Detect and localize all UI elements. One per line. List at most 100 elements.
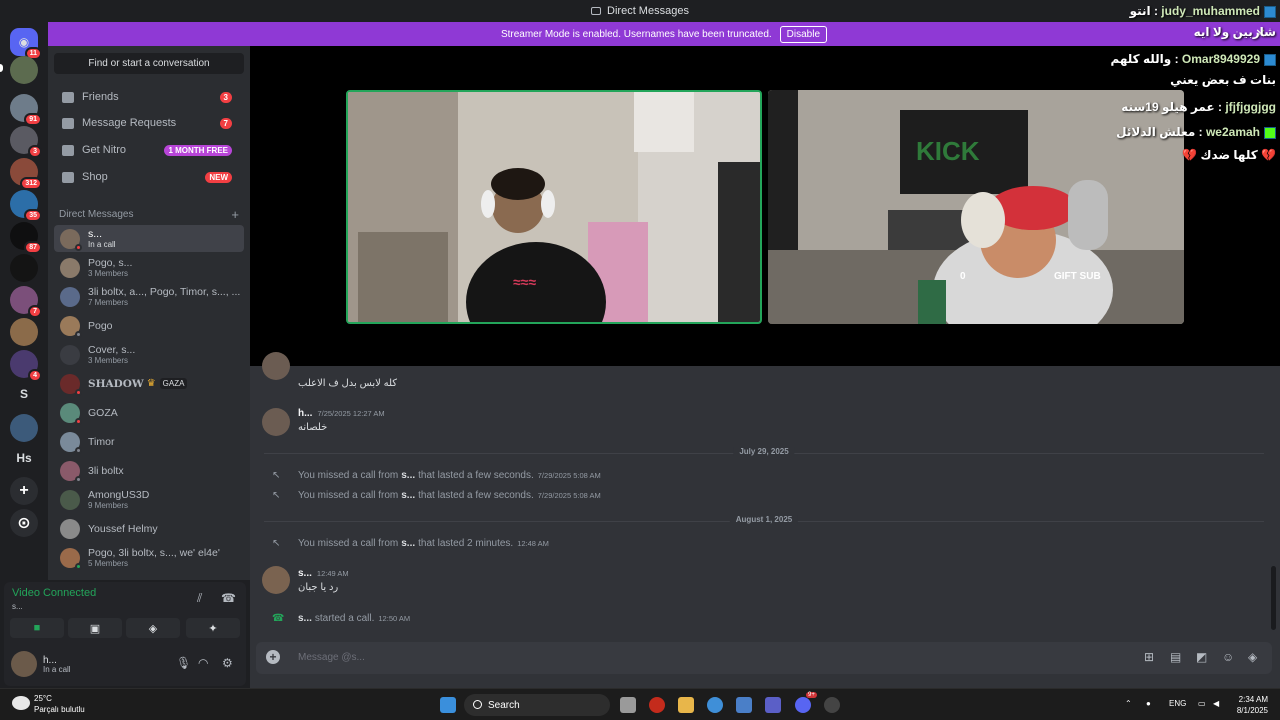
add-server-icon[interactable]: +	[10, 477, 38, 505]
network-icon[interactable]: ▭	[1198, 699, 1206, 708]
message-author[interactable]: s... 12:49 AM	[298, 568, 349, 579]
screen: Direct Messages Streamer Mode is enabled…	[0, 0, 1280, 720]
server-icon[interactable]: 4	[10, 350, 42, 382]
video-tile-user[interactable]: ≈≈≈	[346, 90, 762, 324]
dm-item[interactable]: Pogo	[54, 312, 244, 339]
camera-button[interactable]: ■	[10, 618, 64, 638]
clock[interactable]: 2:34 AM 8/1/2025	[1237, 694, 1268, 716]
avatar	[60, 373, 82, 396]
svg-text:KICK: KICK	[916, 136, 980, 166]
store-icon[interactable]	[736, 697, 752, 713]
gamepad-icon: ◈	[148, 622, 158, 635]
soundboard-button[interactable]: ✦	[186, 618, 240, 638]
nav-nitro[interactable]: Get Nitro 1 MONTH FREE	[54, 137, 244, 163]
server-icon[interactable]: 312	[10, 158, 42, 190]
missed-call-row: ↖ You missed a call from s... that lasted …	[272, 469, 601, 481]
dm-item[interactable]: Youssef Helmy	[54, 515, 244, 542]
server-tag: GAZA	[159, 378, 188, 389]
headphones-icon[interactable]: ◠	[198, 656, 208, 670]
chevron-up-icon[interactable]: ⌃	[1125, 699, 1132, 708]
crown-icon: ♛	[146, 378, 156, 389]
emoji-icon[interactable]: ☺	[1222, 650, 1234, 664]
dm-item[interactable]: SHADOW ♛ GAZA	[54, 370, 244, 397]
server-icon[interactable]: 35	[10, 190, 42, 222]
user-status: In a call	[43, 665, 71, 674]
disable-button[interactable]: Disable	[779, 25, 828, 43]
server-icon[interactable]	[10, 254, 38, 282]
find-conversation-button[interactable]: Find or start a conversation	[54, 53, 244, 74]
video-frame: ≈≈≈	[348, 92, 760, 322]
edge-icon[interactable]	[707, 697, 723, 713]
file-explorer-icon[interactable]	[678, 697, 694, 713]
microphone-icon[interactable]: ●	[1146, 699, 1151, 708]
noise-suppression-icon[interactable]: ⫽	[197, 591, 211, 605]
server-letter[interactable]: Hs	[10, 444, 38, 472]
weather-temp: 25°C	[34, 694, 52, 703]
dm-item[interactable]: Cover, s... 3 Members	[54, 341, 244, 368]
nav-friends[interactable]: Friends 3	[54, 84, 244, 110]
avatar	[60, 257, 80, 278]
task-view-icon[interactable]	[620, 697, 636, 713]
avatar	[60, 547, 82, 570]
taskbar-search[interactable]: Search	[464, 694, 610, 716]
server-icon[interactable]	[10, 414, 38, 442]
app-icon[interactable]	[824, 697, 840, 713]
taskbar: 25°C Parçalı bulutlu Search 9+ ⌃ ● ENG ▭…	[0, 688, 1280, 720]
volume-icon[interactable]: ◀	[1213, 699, 1219, 708]
server-icon[interactable]: 91	[10, 94, 42, 126]
avatar[interactable]	[262, 566, 290, 594]
screen-share-button[interactable]: ▣	[68, 618, 122, 638]
create-dm-icon[interactable]: +	[231, 207, 239, 222]
activities-button[interactable]: ◈	[126, 618, 180, 638]
language-indicator[interactable]: ENG	[1169, 699, 1186, 708]
dm-item[interactable]: AmongUS3D 9 Members	[54, 486, 244, 513]
teams-icon[interactable]	[765, 697, 781, 713]
opera-icon[interactable]	[649, 697, 665, 713]
avatar	[60, 489, 80, 510]
avatar[interactable]	[262, 408, 290, 436]
apps-icon[interactable]: ◈	[1248, 650, 1257, 664]
main-area: ≈≈≈ KICK 0 GIFT SUB كله لابس بدل ف الاعل…	[250, 46, 1280, 688]
server-icon[interactable]: 87	[10, 222, 42, 254]
shop-badge: NEW	[205, 171, 232, 183]
server-icon[interactable]: 3	[10, 126, 42, 158]
dm-item[interactable]: 3li boltx	[54, 457, 244, 484]
nav-shop[interactable]: Shop NEW	[54, 164, 244, 190]
nav-message-requests[interactable]: Message Requests 7	[54, 110, 244, 136]
streamer-mode-banner: Streamer Mode is enabled. Usernames have…	[48, 22, 1280, 46]
microphone-icon[interactable]: 🎙	[176, 656, 191, 670]
message-input[interactable]: Message @s...	[298, 652, 365, 663]
voice-status[interactable]: Video Connected	[12, 587, 96, 599]
mail-icon	[62, 117, 74, 129]
dm-item[interactable]: GOZA	[54, 399, 244, 426]
dm-item[interactable]: Pogo, 3li boltx, s..., we' el4e' 5 Member…	[54, 544, 244, 571]
discord-taskbar-icon[interactable]	[795, 697, 811, 713]
phone-icon: ↖	[272, 469, 281, 481]
discord-home-button[interactable]: ◉ 11	[10, 28, 42, 60]
overlay-chat-line: شاربين ولا ايه	[1193, 25, 1276, 39]
gif-icon[interactable]: ▤	[1170, 650, 1181, 664]
avatar[interactable]	[11, 651, 37, 677]
server-icon[interactable]	[10, 56, 38, 84]
dm-item[interactable]: 3li boltx, a..., Pogo, Timor, s..., ... 7…	[54, 283, 244, 310]
dm-item[interactable]: Timor	[54, 428, 244, 455]
server-icon[interactable]	[10, 318, 38, 346]
chat-scrollbar[interactable]	[1271, 566, 1276, 630]
start-icon[interactable]	[440, 697, 456, 713]
explore-icon[interactable]: ⊙	[10, 509, 38, 537]
dm-item[interactable]: s... In a call	[54, 225, 244, 252]
phone-icon: ↖	[272, 489, 281, 501]
date-divider: July 29, 2025	[264, 447, 1264, 456]
server-icon[interactable]: 7	[10, 286, 42, 318]
attach-icon[interactable]: +	[266, 650, 280, 664]
search-icon	[473, 700, 482, 709]
server-letter[interactable]: S	[10, 380, 38, 408]
gear-icon[interactable]: ⚙	[222, 656, 233, 670]
sticker-icon[interactable]: ◩	[1196, 650, 1207, 664]
discord-taskbar-badge: 9+	[806, 692, 817, 698]
disconnect-icon[interactable]: ☎	[221, 591, 236, 605]
dm-item[interactable]: Pogo, s... 3 Members	[54, 254, 244, 281]
message-author[interactable]: h... 7/25/2025 12:27 AM	[298, 408, 385, 419]
gift-icon[interactable]: ⊞	[1144, 650, 1154, 664]
stream-gift-label: GIFT SUB	[1054, 271, 1101, 282]
